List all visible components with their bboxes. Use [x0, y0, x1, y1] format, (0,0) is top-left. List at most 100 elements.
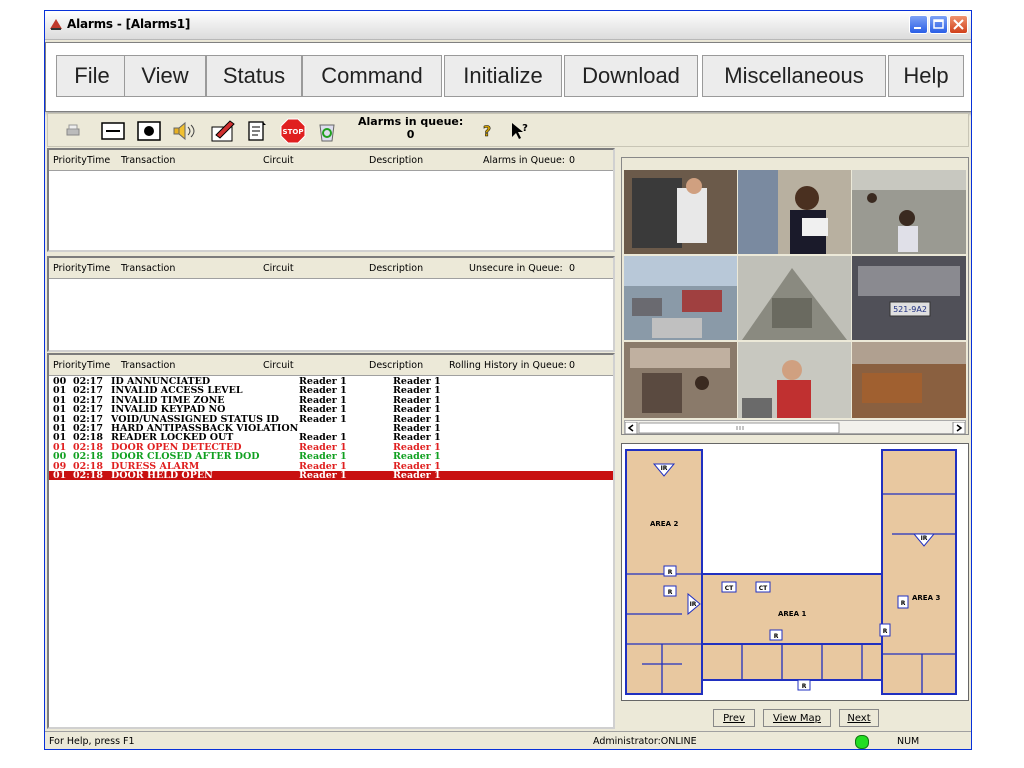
prev-map-button[interactable]: Prev — [713, 709, 755, 727]
status-num: NUM — [897, 736, 920, 747]
unsecure-pane-header: Priority Time Transaction Circuit Descri… — [49, 258, 613, 279]
scroll-arrows — [624, 421, 966, 435]
unsecure-queue-count: 0 — [569, 263, 576, 274]
pencil-card-icon — [211, 120, 235, 142]
col-priority: Priority — [53, 360, 87, 371]
reader-marker[interactable]: R — [797, 679, 811, 691]
area-2-label: AREA 2 — [650, 520, 678, 528]
reader-label: R — [668, 569, 673, 576]
status-help-text: For Help, press F1 — [49, 736, 135, 747]
stop-button[interactable]: STOP — [280, 118, 306, 144]
menu-help[interactable]: Help — [888, 55, 964, 97]
door-contact-label: CT — [759, 585, 768, 592]
camera-feed[interactable] — [738, 342, 851, 418]
history-cell-p: 01 — [53, 469, 67, 481]
edit-button[interactable] — [208, 119, 238, 143]
reader-label: R — [883, 628, 888, 635]
reader-marker[interactable]: R — [663, 565, 677, 577]
next-map-button[interactable]: Next — [839, 709, 879, 727]
printer-icon — [66, 124, 80, 136]
print-button[interactable] — [60, 119, 86, 143]
speaker-icon — [173, 121, 195, 141]
reader-marker[interactable]: R — [879, 623, 891, 637]
reader-marker[interactable]: R — [897, 595, 909, 609]
door-contact-marker[interactable]: CT — [721, 581, 737, 593]
history-pane-header: Priority Time Transaction Circuit Descri… — [49, 355, 613, 376]
camera-feed[interactable] — [624, 170, 737, 254]
camera-grid: 521-9A2 — [624, 170, 966, 418]
menu-miscellaneous[interactable]: Miscellaneous — [702, 55, 886, 97]
menu-initialize[interactable]: Initialize — [444, 55, 562, 97]
history-row[interactable]: 01 02:18 DOOR HELD OPEN Reader 1 Reader 1 — [49, 469, 613, 481]
col-priority: Priority — [53, 155, 87, 166]
title-bar[interactable]: Alarms - [Alarms1] — [45, 11, 971, 40]
reader-marker[interactable]: R — [663, 585, 677, 597]
reader-label: R — [802, 683, 807, 690]
menu-status[interactable]: Status — [206, 55, 302, 97]
report-button[interactable] — [244, 119, 270, 143]
menu-bar: File View Status Command Initialize Down… — [45, 42, 971, 112]
col-description: Description — [369, 360, 424, 371]
area-3-label: AREA 3 — [912, 594, 940, 602]
toolbar: STOP Alarms in queue: 0 ? ? — [47, 113, 969, 147]
map-area-3[interactable] — [881, 449, 957, 695]
floor-map[interactable]: IR IR IR R R R R R R CT CT AREA 2 AREA 1… — [621, 443, 969, 701]
reader-marker[interactable]: R — [769, 629, 783, 641]
camera-horizontal-scrollbar[interactable] — [624, 420, 966, 435]
recycle-button[interactable] — [314, 119, 340, 143]
record-button[interactable] — [136, 119, 162, 143]
camera-feed[interactable] — [738, 170, 851, 254]
menu-view[interactable]: View — [124, 55, 206, 97]
area-1-label: AREA 1 — [778, 610, 806, 618]
svg-text:?: ? — [522, 123, 528, 134]
context-help-button[interactable]: ? — [506, 119, 532, 143]
license-plate-text: 521-9A2 — [893, 305, 927, 314]
stop-icon: STOP — [280, 118, 306, 144]
close-icon — [953, 19, 964, 30]
window-bar-icon — [101, 122, 125, 140]
alarms-pane[interactable]: Priority Time Transaction Circuit Descri… — [47, 148, 615, 252]
camera-feed[interactable]: 521-9A2 — [852, 256, 966, 340]
col-circuit: Circuit — [263, 360, 294, 371]
menu-file[interactable]: File — [56, 55, 128, 97]
ir-label: IR — [661, 465, 668, 472]
history-queue-label: Rolling History in Queue: — [449, 360, 567, 371]
question-mark-icon: ? — [483, 124, 492, 141]
history-list: 00 02:17 ID ANNUNCIATED Reader 1 Reader 1 01 0… — [49, 377, 613, 480]
pointer-help-icon: ? — [512, 123, 528, 139]
menu-command[interactable]: Command — [302, 55, 442, 97]
sound-button[interactable] — [170, 119, 202, 143]
camera-feed[interactable] — [738, 256, 851, 340]
unsecure-pane[interactable]: Priority Time Transaction Circuit Descri… — [47, 256, 615, 352]
col-time: Time — [87, 155, 111, 166]
door-contact-label: CT — [725, 585, 734, 592]
alarms-in-queue-label: Alarms in queue: — [358, 115, 464, 128]
floor-plan: IR IR IR R R R R R R CT CT AREA 2 AREA 1… — [625, 449, 957, 695]
door-contact-marker[interactable]: CT — [755, 581, 771, 593]
status-bar: For Help, press F1 Administrator:ONLINE … — [45, 731, 971, 749]
help-button[interactable]: ? — [474, 119, 500, 143]
col-transaction: Transaction — [121, 155, 176, 166]
camera-panel: 521-9A2 — [621, 157, 969, 435]
menu-download[interactable]: Download — [564, 55, 698, 97]
history-pane[interactable]: Priority Time Transaction Circuit Descri… — [47, 353, 615, 729]
history-cell-c: Reader 1 — [299, 413, 347, 425]
status-user: Administrator:ONLINE — [593, 736, 697, 747]
col-time: Time — [87, 360, 111, 371]
view-map-button[interactable]: View Map — [763, 709, 831, 727]
maximize-button[interactable] — [929, 15, 948, 34]
unsecure-queue-label: Unsecure in Queue: — [469, 263, 563, 274]
camera-feed[interactable] — [624, 256, 737, 340]
minimize-button[interactable] — [909, 15, 928, 34]
col-description: Description — [369, 155, 424, 166]
alarms-queue-label: Alarms in Queue: — [483, 155, 566, 166]
camera-feed[interactable] — [852, 170, 966, 254]
camera-feed[interactable] — [852, 342, 966, 418]
reader-label: R — [901, 600, 906, 607]
camera-feed[interactable] — [624, 342, 737, 418]
alarms-in-queue-count: 0 — [406, 128, 415, 141]
close-button[interactable] — [949, 15, 968, 34]
history-cell-tr: DOOR HELD OPEN — [111, 469, 213, 481]
acknowledge-button[interactable] — [100, 119, 126, 143]
col-circuit: Circuit — [263, 263, 294, 274]
